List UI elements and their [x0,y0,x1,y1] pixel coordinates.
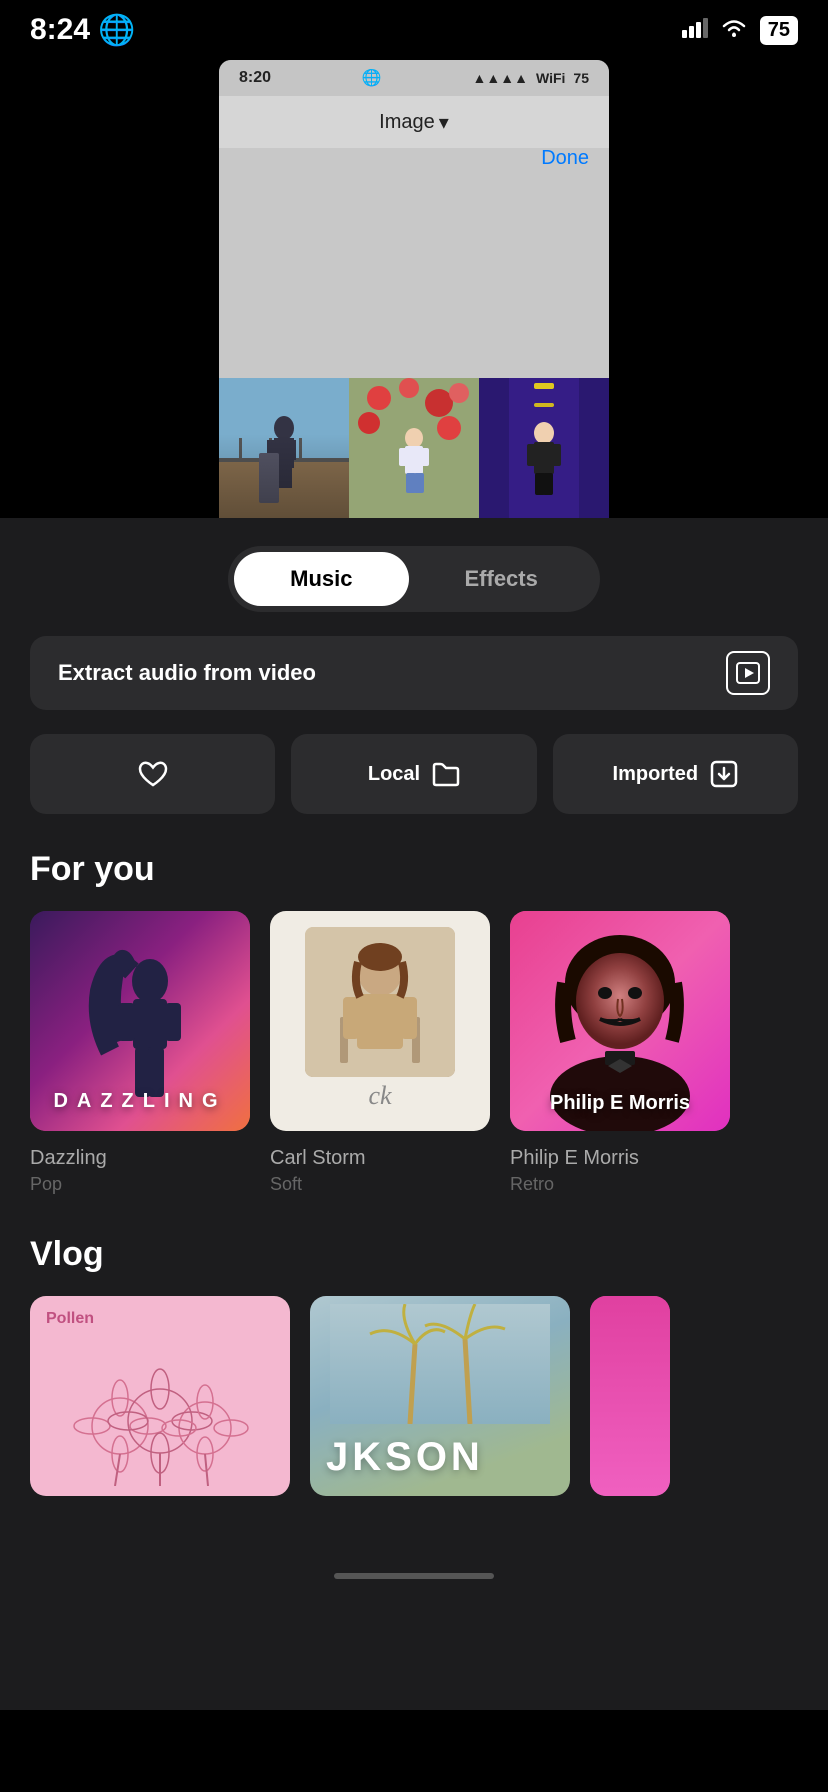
dazzling-subtitle: Pop [30,1174,250,1195]
carl-art: ck [270,911,490,1131]
filter-buttons-row: Local Imported [30,734,798,814]
dazzling-art-text: DAZZLING [30,1090,250,1113]
inner-photo-2[interactable] [349,378,479,518]
carl-figure [305,927,455,1077]
vlog-card-jkson[interactable]: JKSON [310,1296,570,1496]
chevron-down-icon: ▾ [439,110,449,135]
philip-title: Philip E Morris [510,1147,730,1170]
inner-battery: 75 [573,70,589,86]
for-you-header: For you [30,850,798,889]
music-card-philip[interactable]: Philip E Morris Philip E Morris Retro [510,911,730,1195]
philip-art: Philip E Morris [510,911,730,1131]
philip-subtitle: Retro [510,1174,730,1195]
status-bar: 8:24 🌐 75 [0,0,828,60]
philip-art-overlay: Philip E Morris [510,1092,730,1115]
folder-icon [432,761,460,787]
tab-switcher: Music Effects [0,518,828,636]
vlog-card-pollen[interactable]: Pollen [30,1296,290,1496]
inner-phone-card: 8:20 🌐 ▲▲▲▲ WiFi 75 Image ▾ Done [219,60,609,518]
inner-wifi-icon: WiFi [536,70,565,86]
home-bar [334,1573,494,1579]
tab-effects[interactable]: Effects [409,552,594,606]
carl-subtitle: Soft [270,1174,490,1195]
tab-music[interactable]: Music [234,552,408,606]
for-you-cards: DAZZLING Dazzling Pop [0,911,828,1195]
filter-favorites-button[interactable] [30,734,275,814]
filter-imported-button[interactable]: Imported [553,734,798,814]
import-icon [710,760,738,788]
time-display: 8:24 [30,13,90,47]
status-icons: 75 [682,16,798,45]
carl-signature: ck [368,1081,391,1111]
status-time: 8:24 🌐 [30,13,135,48]
inner-time: 8:20 [239,69,271,87]
inner-status-icons: ▲▲▲▲ WiFi 75 [473,70,589,86]
inner-toolbar-title: Image ▾ [379,110,449,135]
main-content: Music Effects Extract audio from video L… [0,518,828,1710]
dazzling-title: Dazzling [30,1147,250,1170]
carl-title: Carl Storm [270,1147,490,1170]
pollen-flowers-decoration [30,1356,290,1486]
inner-photo-1[interactable] [219,378,349,518]
vlog-section: Vlog Pollen [0,1235,828,1496]
jkson-palms-decoration [310,1296,570,1416]
inner-status-bar: 8:20 🌐 ▲▲▲▲ WiFi 75 [219,60,609,96]
local-label: Local [368,763,420,786]
inner-done-button[interactable]: Done [541,132,589,184]
music-card-carl[interactable]: ck Carl Storm Soft [270,911,490,1195]
extract-audio-bar[interactable]: Extract audio from video [30,636,798,710]
imported-label: Imported [613,763,699,786]
music-card-dazzling[interactable]: DAZZLING Dazzling Pop [30,911,250,1195]
vlog-cards: Pollen [0,1296,828,1496]
extract-video-icon [726,651,770,695]
inner-globe-icon: 🌐 [362,68,382,88]
battery-indicator: 75 [760,16,798,45]
tab-container: Music Effects [228,546,600,612]
vlog-header: Vlog [30,1235,798,1274]
wifi-icon [720,18,748,43]
heart-icon [138,760,168,788]
inner-signal-icon: ▲▲▲▲ [473,70,528,86]
inner-photo-strip [219,378,609,518]
vlog-card-pink[interactable] [590,1296,670,1496]
pollen-label: Pollen [46,1310,94,1328]
inner-photo-3[interactable] [479,378,609,518]
extract-audio-label: Extract audio from video [58,660,316,686]
jkson-label: JKSON [326,1435,484,1480]
home-indicator [0,1556,828,1596]
signal-icon [682,18,708,43]
globe-icon: 🌐 [98,13,135,48]
dazzling-art: DAZZLING [30,911,250,1131]
inner-toolbar: Image ▾ Done [219,96,609,148]
filter-local-button[interactable]: Local [291,734,536,814]
